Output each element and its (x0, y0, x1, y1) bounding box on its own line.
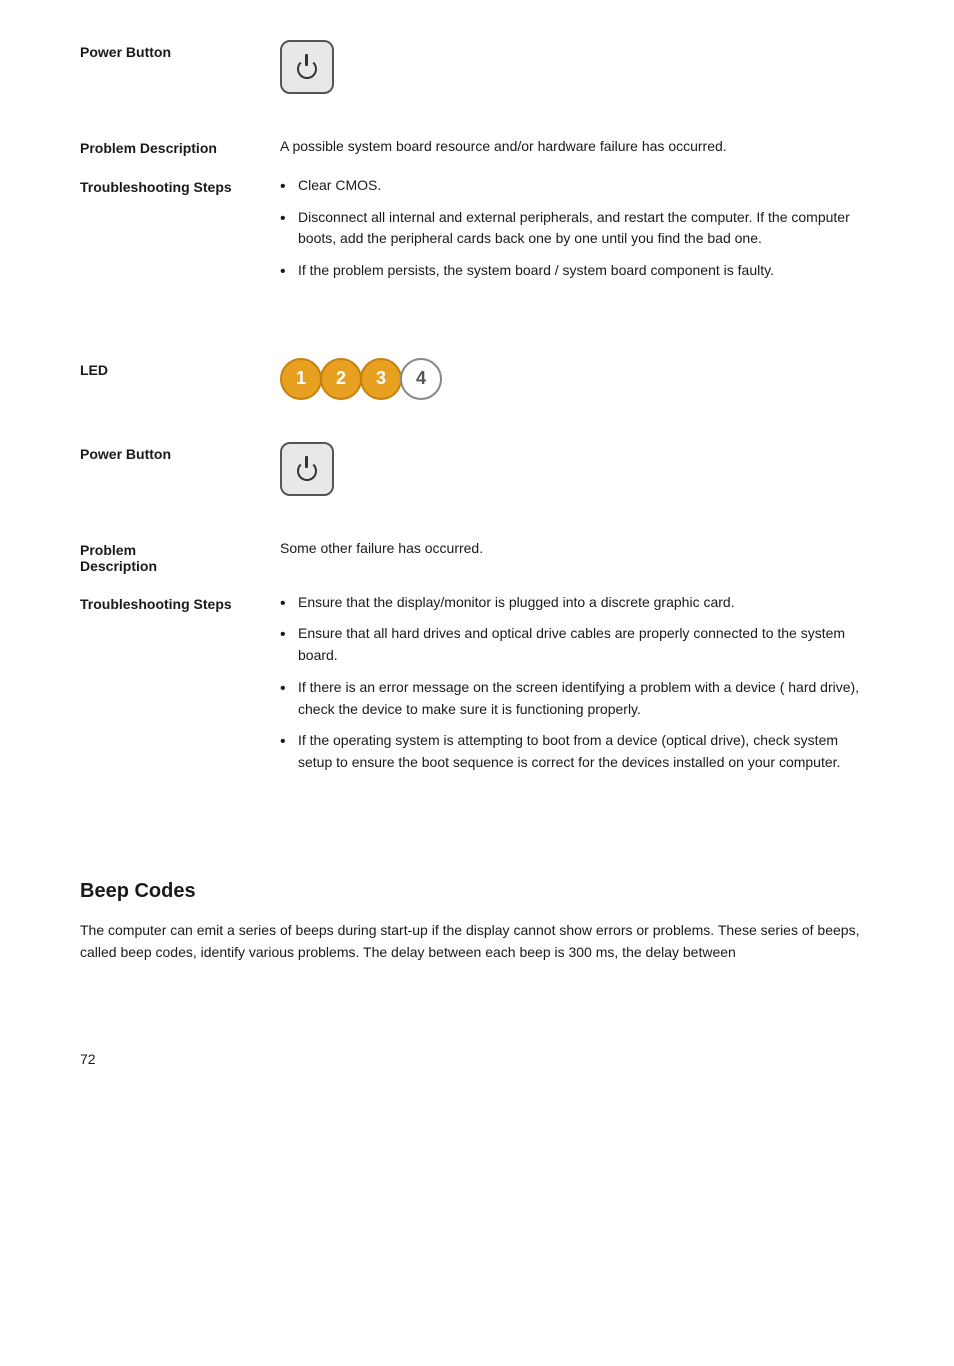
power-button-icon-container-1 (280, 40, 874, 94)
step-item: Ensure that the display/monitor is plugg… (280, 592, 874, 614)
step-item: If the operating system is attempting to… (280, 730, 874, 773)
led-row: LED 1 2 3 4 (80, 358, 874, 400)
power-symbol-2 (294, 456, 320, 482)
first-problem-description-row: Problem Description A possible system bo… (80, 136, 874, 157)
step-item: If the problem persists, the system boar… (280, 260, 874, 282)
power-circle-1 (297, 59, 317, 79)
first-troubleshooting-row: Troubleshooting Steps Clear CMOS. Discon… (80, 175, 874, 292)
problem-description-label-1: Problem Description (80, 136, 280, 156)
troubleshooting-steps-1: Clear CMOS. Disconnect all internal and … (280, 175, 874, 292)
power-button-label-1: Power Button (80, 40, 280, 60)
step-item: Ensure that all hard drives and optical … (280, 623, 874, 666)
power-symbol-1 (294, 54, 320, 80)
power-circle-2 (297, 461, 317, 481)
power-button-icon-1 (280, 40, 334, 94)
second-power-button-row: Power Button (80, 442, 874, 496)
step-item: Clear CMOS. (280, 175, 874, 197)
problem-description-text-2: Some other failure has occurred. (280, 538, 874, 559)
led-circle-4: 4 (400, 358, 442, 400)
page-number: 72 (80, 1051, 874, 1067)
beep-codes-heading: Beep Codes (80, 880, 874, 903)
problem-description-label-2: Problem Description (80, 538, 280, 574)
first-power-button-row: Power Button (80, 40, 874, 94)
beep-codes-body: The computer can emit a series of beeps … (80, 919, 874, 964)
steps-list-1: Clear CMOS. Disconnect all internal and … (280, 175, 874, 282)
power-button-label-2: Power Button (80, 442, 280, 462)
beep-codes-section: Beep Codes The computer can emit a serie… (80, 880, 874, 964)
led-circles-container: 1 2 3 4 (280, 358, 874, 400)
led-label: LED (80, 358, 280, 378)
problem-description-text-1: A possible system board resource and/or … (280, 136, 874, 157)
step-item: Disconnect all internal and external per… (280, 207, 874, 250)
second-problem-description-row: Problem Description Some other failure h… (80, 538, 874, 574)
troubleshooting-label-2: Troubleshooting Steps (80, 592, 280, 612)
led-circle-1: 1 (280, 358, 322, 400)
troubleshooting-label-1: Troubleshooting Steps (80, 175, 280, 195)
troubleshooting-steps-2: Ensure that the display/monitor is plugg… (280, 592, 874, 784)
step-item: If there is an error message on the scre… (280, 677, 874, 720)
led-circle-2: 2 (320, 358, 362, 400)
steps-list-2: Ensure that the display/monitor is plugg… (280, 592, 874, 774)
led-circle-3: 3 (360, 358, 402, 400)
led-circles: 1 2 3 4 (280, 358, 874, 400)
power-button-icon-container-2 (280, 442, 874, 496)
second-troubleshooting-row: Troubleshooting Steps Ensure that the di… (80, 592, 874, 784)
power-button-icon-2 (280, 442, 334, 496)
